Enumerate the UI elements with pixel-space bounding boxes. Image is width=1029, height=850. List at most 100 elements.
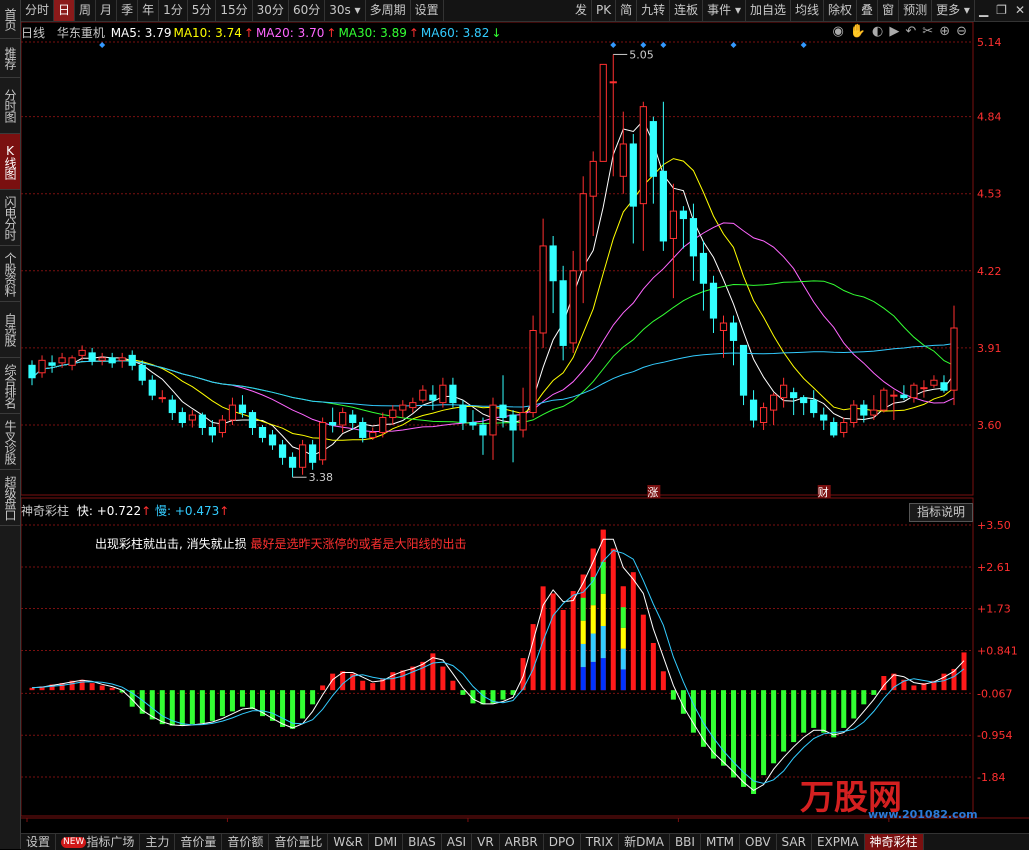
tool-button-4[interactable]: 连板 <box>670 0 704 21</box>
indicator-tab-5[interactable]: 音价量比 <box>269 834 329 850</box>
tool-button-6[interactable]: 加自选 <box>746 0 792 21</box>
indicator-bar <box>159 690 165 725</box>
period-button-6[interactable]: 1分 <box>159 0 188 21</box>
period-button-1[interactable]: 日 <box>54 0 76 21</box>
ma-arrow-icon: ↑ <box>408 26 419 40</box>
indicator-tab-6[interactable]: W&R <box>328 834 369 850</box>
period-button-10[interactable]: 60分 <box>289 0 326 21</box>
indicator-bar <box>189 690 195 725</box>
left-tab-4[interactable]: 闪电分时 <box>0 190 20 246</box>
indicator-tab-12[interactable]: DPO <box>544 834 581 850</box>
slow-line <box>31 549 965 784</box>
indicator-tab-18[interactable]: SAR <box>777 834 812 850</box>
left-tab-3[interactable]: K线图 <box>0 134 20 190</box>
period-button-5[interactable]: 年 <box>138 0 160 21</box>
indicator-tab-15[interactable]: BBI <box>670 834 701 850</box>
period-button-9[interactable]: 30分 <box>253 0 289 21</box>
period-button-3[interactable]: 月 <box>96 0 118 21</box>
restore-icon[interactable]: ❐ <box>992 0 1011 21</box>
indicator-tab-0[interactable]: 设置 <box>21 834 57 850</box>
tool-button-12[interactable]: 更多 ▾ <box>932 0 975 21</box>
ma-line-60 <box>31 343 955 408</box>
indicator-tab-11[interactable]: ARBR <box>500 834 544 850</box>
minimize-icon[interactable]: ▁ <box>975 0 992 21</box>
period-button-7[interactable]: 5分 <box>188 0 217 21</box>
indicator-bar <box>801 690 807 733</box>
left-tab-1[interactable]: 推荐 <box>0 39 20 78</box>
period-button-4[interactable]: 季 <box>117 0 139 21</box>
indicator-tab-1[interactable]: NEW 指标广场 <box>56 834 141 850</box>
indicator-tab-13[interactable]: TRIX <box>581 834 620 850</box>
left-tab-7[interactable]: 综合排名 <box>0 358 20 414</box>
left-tab-6[interactable]: 自选股 <box>0 302 20 358</box>
period-button-12[interactable]: 多周期 <box>366 0 411 21</box>
candle-body <box>158 397 166 400</box>
period-button-11[interactable]: 30s ▾ <box>325 0 366 21</box>
eye-icon[interactable]: ◉ <box>833 24 844 39</box>
indicator-annotation: 出现彩柱就出击, 消失就止损 最好是选昨天涨停的或者是大阳线的出击 <box>95 535 466 552</box>
main-chart-header: 日线 华东重机 MA5: 3.79 MA10: 3.74 ↑ MA20: 3.70 ↑ M… <box>21 24 505 41</box>
left-tab-0[interactable]: 首页 <box>0 0 20 39</box>
period-button-2[interactable]: 周 <box>75 0 97 21</box>
tool-button-9[interactable]: 叠 <box>857 0 879 21</box>
indicator-tab-20[interactable]: 神奇彩柱 <box>864 834 924 850</box>
indicator-tab-8[interactable]: BIAS <box>403 834 442 850</box>
color-column-segment <box>580 667 586 691</box>
tool-button-5[interactable]: 事件 ▾ <box>703 0 746 21</box>
minus-icon[interactable]: ⊖ <box>956 24 967 39</box>
candle-body <box>840 422 848 433</box>
period-button-13[interactable]: 设置 <box>411 0 444 21</box>
left-tab-9[interactable]: 超级盘口 <box>0 470 20 526</box>
tool-button-0[interactable]: 发 <box>571 0 592 21</box>
indicator-bar <box>360 680 366 691</box>
candle-body <box>529 329 537 414</box>
tool-button-8[interactable]: 除权 <box>824 0 858 21</box>
candle-body <box>689 218 698 257</box>
indicator-bar <box>420 661 426 691</box>
candlestick-chart[interactable]: 5.14 4.84 4.53 4.22 3.91 3.60 +3.50 +2.61 +1.73 +… <box>21 22 1029 822</box>
indicator-bar <box>460 690 466 695</box>
indicator-tab-3[interactable]: 音价量 <box>175 834 223 850</box>
tool-button-2[interactable]: 简 <box>616 0 638 21</box>
indicator-bar <box>179 690 185 726</box>
indicator-tab-17[interactable]: OBV <box>740 834 777 850</box>
stock-name[interactable]: 华东重机 <box>57 26 105 40</box>
indicator-tab-9[interactable]: ASI <box>442 834 473 850</box>
scissors-icon[interactable]: ✂ <box>922 24 933 39</box>
indicator-tab-2[interactable]: 主力 <box>140 834 176 850</box>
indicator-tab-14[interactable]: 新DMA <box>619 834 670 850</box>
candle-body <box>719 322 728 331</box>
candle-body <box>58 357 66 364</box>
tool-button-11[interactable]: 预测 <box>899 0 933 21</box>
indicator-name[interactable]: 神奇彩柱 <box>21 504 69 518</box>
candle-body <box>78 349 86 356</box>
indicator-explain-button[interactable]: 指标说明 <box>909 503 973 522</box>
plus-icon[interactable]: ⊕ <box>939 24 950 39</box>
candle-body <box>519 412 527 431</box>
candle-body <box>679 210 688 220</box>
indicator-tab-16[interactable]: MTM <box>701 834 741 850</box>
tool-button-7[interactable]: 均线 <box>791 0 825 21</box>
left-tab-8[interactable]: 牛叉诊股 <box>0 414 20 470</box>
undo-icon[interactable]: ↶ <box>905 24 916 39</box>
indicator-tab-19[interactable]: EXPMA <box>812 834 865 850</box>
indicator-tab-10[interactable]: VR <box>472 834 500 850</box>
hand-icon[interactable]: ✋ <box>850 24 866 39</box>
tool-button-1[interactable]: PK <box>592 0 617 21</box>
candle-body <box>248 412 257 428</box>
tool-button-3[interactable]: 九转 <box>637 0 671 21</box>
left-tab-5[interactable]: 个股资料 <box>0 246 20 302</box>
indicator-tab-7[interactable]: DMI <box>369 834 404 850</box>
period-button-0[interactable]: 分时 <box>21 0 55 21</box>
candle-body <box>28 364 36 379</box>
period-button-8[interactable]: 15分 <box>216 0 253 21</box>
play-icon[interactable]: ▶ <box>889 24 899 39</box>
indicator-tab-4[interactable]: 音价额 <box>222 834 270 850</box>
indicator-bar <box>911 685 917 691</box>
indicator-bar <box>700 690 706 747</box>
left-tab-2[interactable]: 分时图 <box>0 78 20 134</box>
prev-icon[interactable]: ◐ <box>872 24 883 39</box>
close-icon[interactable]: ✕ <box>1011 0 1029 21</box>
tool-button-10[interactable]: 窗 <box>878 0 900 21</box>
sub-y-tick-label: +1.73 <box>977 603 1011 616</box>
